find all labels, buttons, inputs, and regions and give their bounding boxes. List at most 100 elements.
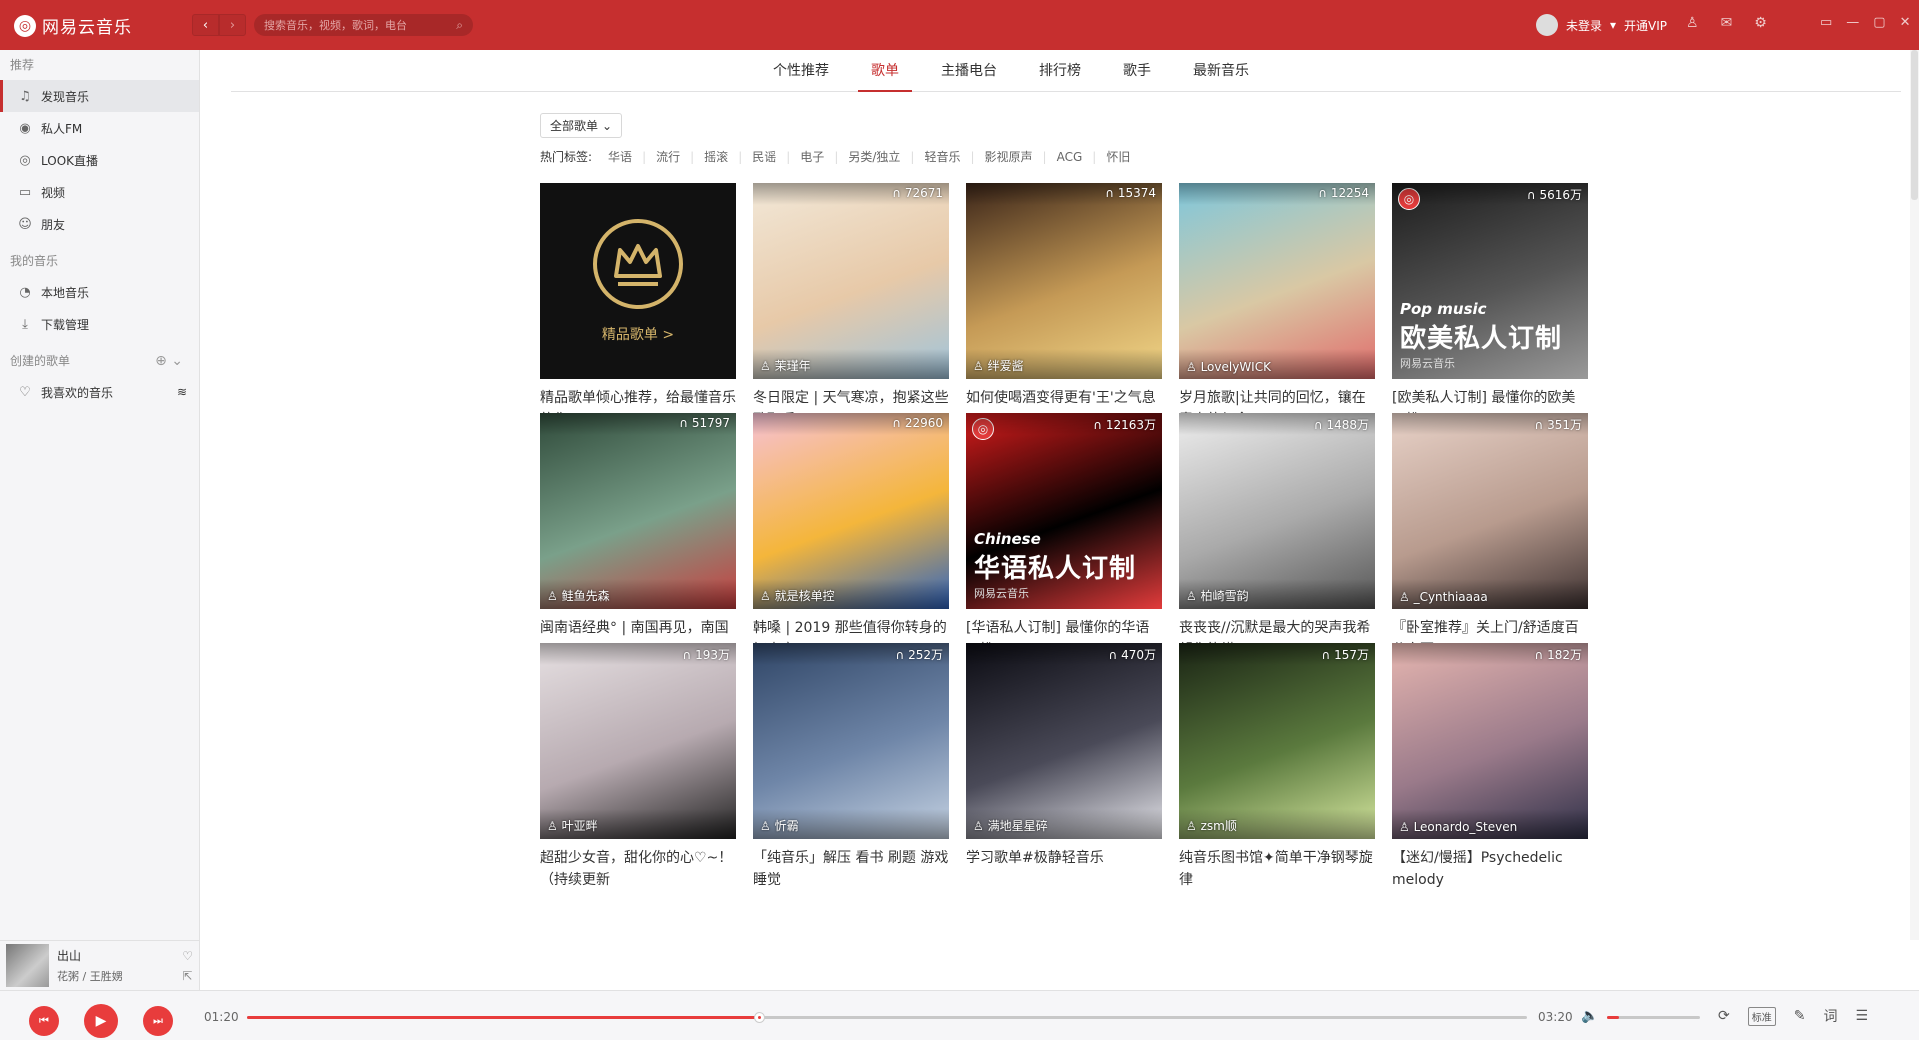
category-button[interactable]: 全部歌单 ⌄: [540, 113, 622, 138]
play-button[interactable]: ▶: [84, 1004, 118, 1038]
hot-tag[interactable]: 电子: [790, 148, 834, 165]
search-icon[interactable]: ⌕: [456, 18, 463, 33]
playlist-card[interactable]: ∩ 193万 ♙ 叶亚畔超甜少女音，甜化你的心♡~！（持续更新: [540, 643, 736, 891]
playlist-cover[interactable]: ∩ 193万 ♙ 叶亚畔: [540, 643, 736, 839]
sidebar-item-discover[interactable]: ♫ 发现音乐: [0, 80, 199, 112]
hot-tag[interactable]: 另类/独立: [838, 148, 910, 165]
playlist-creator[interactable]: ♙ Leonardo_Steven: [1399, 820, 1517, 834]
playlist-creator[interactable]: ♙ LovelyWICK: [1186, 360, 1271, 374]
playlist-cover[interactable]: ∩ 182万 ♙ Leonardo_Steven: [1392, 643, 1588, 839]
avatar[interactable]: [1536, 14, 1558, 36]
playlist-card[interactable]: ◎Chinese华语私人订制网易云音乐∩ 12163万[华语私人订制] 最懂你的…: [966, 413, 1162, 661]
now-playing-artist[interactable]: 花粥 / 王胜娚: [57, 968, 174, 984]
sidebar-item-liked[interactable]: ♡ 我喜欢的音乐 ≋: [0, 376, 199, 408]
playlist-creator[interactable]: ♙ 忻霸: [760, 817, 799, 834]
mini-mode-icon[interactable]: ▭: [1820, 15, 1832, 30]
playlist-title[interactable]: 【迷幻/慢摇】Psychedelic melody: [1392, 847, 1588, 891]
playlist-creator[interactable]: ♙ 就是核单控: [760, 587, 835, 604]
playlist-title[interactable]: 纯音乐图书馆✦简单干净钢琴旋律: [1179, 847, 1375, 891]
playlist-cover[interactable]: ∩ 12254 ♙ LovelyWICK: [1179, 183, 1375, 379]
prev-button[interactable]: ⏮: [29, 1006, 59, 1036]
progress-knob[interactable]: [754, 1012, 765, 1023]
playlist-card[interactable]: ∩ 12254♙ LovelyWICK岁月旅歌|让共同的回忆，镶在青春的纪念册: [1179, 183, 1375, 431]
playlist-creator[interactable]: ♙ _Cynthiaaaa: [1399, 590, 1488, 604]
lyrics-icon[interactable]: 词: [1823, 1006, 1837, 1026]
playlist-cover[interactable]: ∩ 72671 ♙ 茉瑾年: [753, 183, 949, 379]
effects-icon[interactable]: ✎: [1794, 1008, 1806, 1024]
maximize-icon[interactable]: ▢: [1873, 15, 1885, 30]
now-playing-cover[interactable]: [6, 944, 49, 987]
hot-tag[interactable]: ACG: [1047, 150, 1093, 164]
playlist-cover[interactable]: ◎Pop music欧美私人订制网易云音乐∩ 5616万: [1392, 183, 1588, 379]
sidebar-item-video[interactable]: ▭ 视频: [0, 176, 199, 208]
volume-icon[interactable]: 🔈: [1581, 1008, 1598, 1024]
hot-tag[interactable]: 摇滚: [694, 148, 738, 165]
playlist-cover[interactable]: ∩ 351万 ♙ _Cynthiaaaa: [1392, 413, 1588, 609]
settings-gear-icon[interactable]: ⚙: [1754, 15, 1767, 31]
hot-tag[interactable]: 怀旧: [1096, 148, 1140, 165]
playlist-card[interactable]: ∩ 252万 ♙ 忻霸 「纯音乐」解压 看书 刷题 游戏 睡觉: [753, 643, 949, 891]
app-logo[interactable]: ◎ 网易云音乐: [14, 13, 132, 38]
playlist-card[interactable]: 精品歌单 >精品歌单倾心推荐，给最懂音乐的你: [540, 183, 736, 431]
user-area[interactable]: 未登录 ▾ 开通VIP: [1536, 14, 1667, 36]
login-label[interactable]: 未登录: [1566, 17, 1602, 34]
playlist-cover[interactable]: 精品歌单 >: [540, 183, 736, 379]
playlist-queue-icon[interactable]: ☰: [1855, 1008, 1868, 1024]
playlist-card[interactable]: ∩ 15374 ♙ 绊爱酱 如何使喝酒变得更有'王'之气息: [966, 183, 1162, 431]
playlist-title[interactable]: 超甜少女音，甜化你的心♡~！（持续更新: [540, 847, 736, 891]
now-playing-title[interactable]: 出山: [57, 947, 174, 964]
sidebar-item-live[interactable]: ◎ LOOK直播: [0, 144, 199, 176]
playlist-card[interactable]: ∩ 470万 ♙ 满地星星碎学习歌单#极静轻音乐: [966, 643, 1162, 891]
playlist-card[interactable]: ∩ 157万 ♙ zsm顺纯音乐图书馆✦简单干净钢琴旋律: [1179, 643, 1375, 891]
sidebar-item-download[interactable]: ⤓ 下载管理: [0, 308, 199, 340]
playlist-creator[interactable]: ♙ 满地星星碎: [973, 817, 1048, 834]
hot-tag[interactable]: 民谣: [742, 148, 786, 165]
hot-tag[interactable]: 影视原声: [975, 148, 1043, 165]
playlist-card[interactable]: ∩ 182万 ♙ Leonardo_Steven 【迷幻/慢摇】Psychedeli…: [1392, 643, 1588, 891]
scroll-thumb[interactable]: [1911, 50, 1918, 200]
playlist-creator[interactable]: ♙ 茉瑾年: [760, 357, 811, 374]
dropdown-caret-icon[interactable]: ▾: [1610, 18, 1616, 32]
progress-bar[interactable]: [247, 1012, 1527, 1023]
loop-icon[interactable]: ⟳: [1718, 1008, 1730, 1024]
sidebar-item-fm[interactable]: ◉ 私人FM: [0, 112, 199, 144]
back-button[interactable]: ‹: [192, 14, 219, 36]
hot-tag[interactable]: 流行: [646, 148, 690, 165]
playlist-card[interactable]: ∩ 1488万♙ 柏崎雪韵丧丧丧//沉默是最大的哭声我希望你能懂: [1179, 413, 1375, 661]
playlist-cover[interactable]: ∩ 470万 ♙ 满地星星碎: [966, 643, 1162, 839]
sidebar-item-local[interactable]: ◔ 本地音乐: [0, 276, 199, 308]
playlist-card[interactable]: ∩ 22960♙ 就是核单控韩嗓 | 2019 那些值得你转身的好声音: [753, 413, 949, 661]
next-button[interactable]: ⏭: [143, 1006, 173, 1036]
scrollbar[interactable]: [1910, 50, 1919, 940]
tab-5[interactable]: 最新音乐: [1180, 50, 1262, 91]
playlist-creator[interactable]: ♙ 柏崎雪韵: [1186, 587, 1249, 604]
playlist-creator[interactable]: ♙ zsm顺: [1186, 817, 1237, 834]
vip-link[interactable]: 开通VIP: [1624, 17, 1667, 34]
playlist-card[interactable]: ∩ 72671♙ 茉瑾年冬日限定 | 天气寒凉，抱紧这些歌取暖: [753, 183, 949, 431]
tab-0[interactable]: 个性推荐: [760, 50, 842, 91]
skin-icon[interactable]: ♙: [1686, 15, 1699, 31]
playlist-title[interactable]: 学习歌单#极静轻音乐: [966, 847, 1162, 891]
quality-button[interactable]: 标准: [1747, 1006, 1776, 1026]
minimize-icon[interactable]: —: [1846, 15, 1859, 30]
tab-3[interactable]: 排行榜: [1026, 50, 1094, 91]
playlist-cover[interactable]: ∩ 252万 ♙ 忻霸: [753, 643, 949, 839]
forward-button[interactable]: ›: [219, 14, 246, 36]
tab-4[interactable]: 歌手: [1110, 50, 1164, 91]
hot-tag[interactable]: 轻音乐: [914, 148, 970, 165]
playlist-creator[interactable]: ♙ 鲑鱼先森: [547, 587, 610, 604]
playlist-cover[interactable]: ◎Chinese华语私人订制网易云音乐∩ 12163万: [966, 413, 1162, 609]
tab-2[interactable]: 主播电台: [928, 50, 1010, 91]
playlist-cover[interactable]: ∩ 51797 ♙ 鲑鱼先森: [540, 413, 736, 609]
volume-slider[interactable]: [1607, 1016, 1700, 1019]
hot-tag[interactable]: 华语: [598, 148, 642, 165]
playlist-card[interactable]: ∩ 51797 ♙ 鲑鱼先森 闽南语经典° | 南国再见，南国: [540, 413, 736, 661]
playlist-cover[interactable]: ∩ 15374 ♙ 绊爱酱: [966, 183, 1162, 379]
playlist-card[interactable]: ◎Pop music欧美私人订制网易云音乐∩ 5616万[欧美私人订制] 最懂你…: [1392, 183, 1588, 431]
now-playing[interactable]: 出山 花粥 / 王胜娚 ♡ ⇱: [0, 940, 200, 990]
sidebar-item-friends[interactable]: ☺ 朋友: [0, 208, 199, 240]
playlist-cover[interactable]: ∩ 157万 ♙ zsm顺: [1179, 643, 1375, 839]
heart-mode-icon[interactable]: ≋: [177, 385, 187, 399]
search-input[interactable]: [264, 18, 444, 32]
playlist-cover[interactable]: ∩ 1488万 ♙ 柏崎雪韵: [1179, 413, 1375, 609]
